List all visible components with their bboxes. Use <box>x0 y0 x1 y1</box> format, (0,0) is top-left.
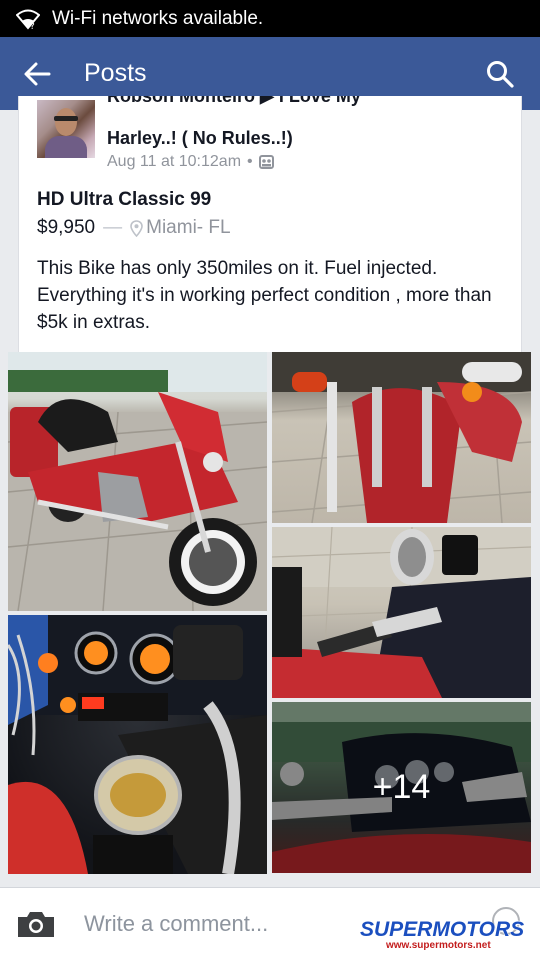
author-name[interactable]: Robson Monteiro <box>107 96 255 106</box>
item-title: HD Ultra Classic 99 <box>37 189 212 210</box>
wifi-icon: ? <box>16 9 40 30</box>
status-notification: Wi-Fi networks available. <box>52 7 264 29</box>
avatar[interactable] <box>37 100 95 158</box>
price-separator: — <box>103 217 123 238</box>
photo-dashboard[interactable] <box>8 615 267 874</box>
price-row: $9,950 — Miami- FL <box>37 217 231 239</box>
back-arrow-icon <box>24 62 51 85</box>
svg-text:?: ? <box>30 22 35 30</box>
camera-icon[interactable] <box>16 909 56 939</box>
item-location: Miami- FL <box>130 217 231 239</box>
post-meta: Aug 11 at 10:12am • <box>107 153 274 171</box>
post-description: This Bike has only 350miles on it. Fuel … <box>37 258 492 333</box>
group-name-part2[interactable]: Harley..! ( No Rules..!) <box>107 126 293 151</box>
location-pin-icon <box>130 219 143 237</box>
more-photos-overlay[interactable]: +14 <box>272 702 531 873</box>
page-title: Posts <box>84 59 147 87</box>
watermark-url: www.supermotors.net <box>386 940 491 951</box>
watermark: SUPERMOTORS www.supermotors.net <box>360 918 536 954</box>
photo-front-fender[interactable] <box>272 352 531 523</box>
location-text: Miami- FL <box>146 217 231 238</box>
meta-separator: • <box>247 153 253 170</box>
post-timestamp[interactable]: Aug 11 at 10:12am <box>107 153 241 171</box>
group-icon <box>258 155 274 169</box>
search-icon <box>487 60 514 88</box>
author-to-group-arrow: ▶ <box>260 96 274 106</box>
post-author-line: Robson Monteiro ▶ I Love My <box>107 96 361 109</box>
photo-motorcycle-side[interactable] <box>8 352 267 611</box>
photo-mirror-handlebar[interactable] <box>272 527 531 698</box>
group-name-part1[interactable]: I Love My <box>279 96 361 106</box>
watermark-brand: SUPERMOTORS <box>360 918 525 941</box>
status-bar: ? Wi-Fi networks available. <box>0 0 540 37</box>
post-card: Robson Monteiro ▶ I Love My Harley..! ( … <box>18 96 522 352</box>
item-price: $9,950 <box>37 217 96 238</box>
